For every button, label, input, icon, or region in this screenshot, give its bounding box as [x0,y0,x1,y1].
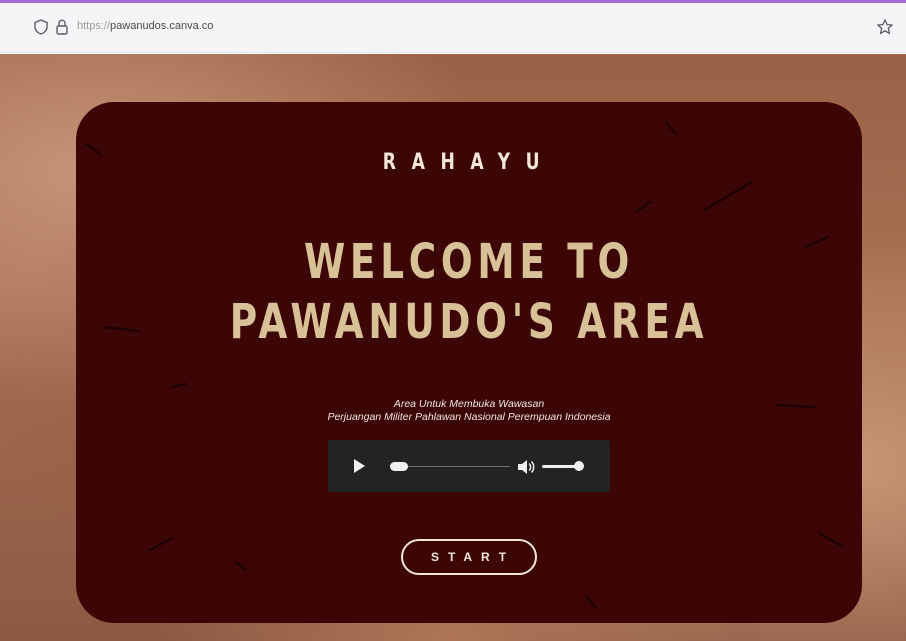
streak [102,325,140,333]
start-button[interactable]: START [401,539,537,575]
streak [234,560,248,572]
streak [584,594,598,610]
streak [804,235,830,249]
volume-thumb[interactable] [574,461,584,471]
streak [148,536,174,552]
volume-icon[interactable] [516,458,536,476]
welcome-card: RAHAYU WELCOME TO PAWANUDO'S AREA Area U… [76,102,862,623]
lock-icon[interactable] [56,19,68,35]
streak [84,142,102,156]
streak [664,120,678,136]
tagline-line-1: Area Untuk Membuka Wawasan [393,398,545,410]
volume-track[interactable] [542,465,578,468]
browser-address-bar[interactable]: https://pawanudos.canva.co [0,3,906,53]
streak [818,532,844,548]
progress-thumb[interactable] [390,462,408,471]
progress-track[interactable] [390,466,510,467]
play-icon[interactable] [354,459,365,473]
url-text[interactable]: https://pawanudos.canva.co [77,20,213,32]
shield-icon[interactable] [34,19,48,35]
tagline-line-2: Perjuangan Militer Pahlawan Nasional Per… [327,411,611,423]
streak [170,382,188,389]
streak [702,180,754,212]
brand-title: RAHAYU [382,150,556,175]
headline-line-1: WELCOME TO [303,234,635,290]
url-scheme: https:// [77,20,111,32]
star-icon[interactable] [876,18,894,36]
tagline: Area Untuk Membuka Wawasan Perjuangan Mi… [76,398,862,424]
headline-line-2: PAWANUDO'S AREA [229,294,709,350]
streak [634,200,652,214]
audio-player [328,440,610,492]
welcome-headline: WELCOME TO PAWANUDO'S AREA [162,232,775,352]
url-host: pawanudos.canva.co [110,20,214,32]
